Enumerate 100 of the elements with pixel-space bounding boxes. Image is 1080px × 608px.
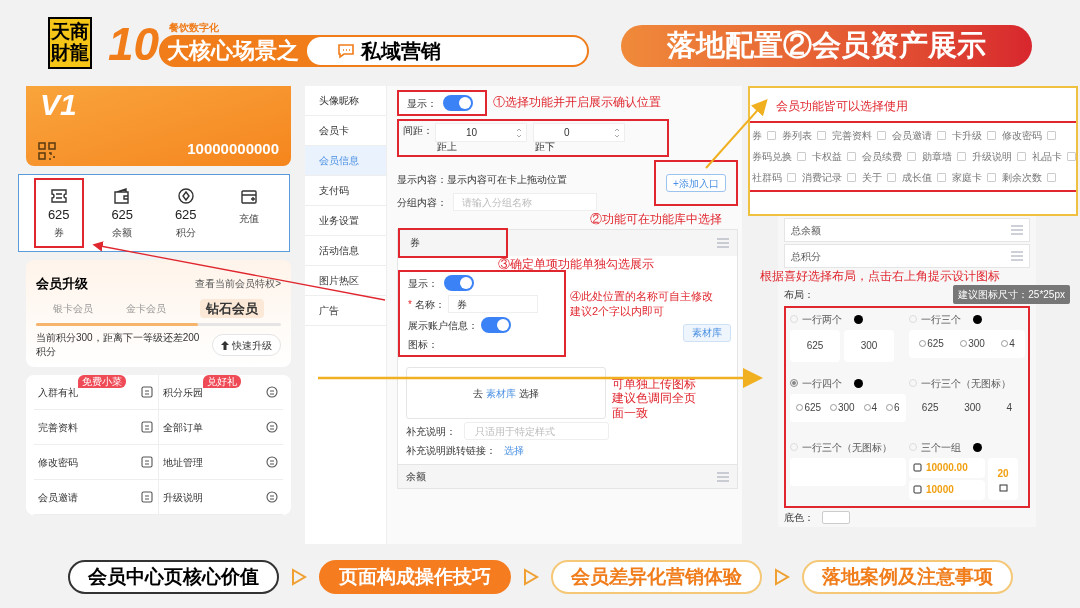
series-number: 10 xyxy=(107,20,160,67)
toggle-switch[interactable] xyxy=(443,95,473,111)
asset-entry[interactable]: 充值 xyxy=(224,178,275,248)
material-library-link[interactable]: 素材库 xyxy=(486,385,516,401)
feature-option[interactable]: 会员续费 xyxy=(862,149,902,165)
feature-option[interactable]: 社群码 xyxy=(752,170,782,186)
toggle-switch[interactable] xyxy=(444,275,474,291)
checkbox[interactable] xyxy=(937,131,946,141)
menu-item[interactable]: 会员邀请 xyxy=(34,480,159,515)
name-field[interactable]: 券 xyxy=(447,295,538,313)
checkbox[interactable] xyxy=(887,173,896,183)
feature-option[interactable]: 券 xyxy=(752,128,762,144)
layout-option-label[interactable]: 一行三个 xyxy=(921,311,961,327)
coin-icon xyxy=(1001,340,1009,347)
checkbox[interactable] xyxy=(1017,152,1026,162)
menu-item[interactable]: 积分乐园 兑好礼 xyxy=(158,375,283,410)
layout-option-label[interactable]: 一行三个（无图标） xyxy=(921,375,1011,391)
chat-bubble-icon xyxy=(337,42,356,59)
asset-entry[interactable]: 625 余额 xyxy=(97,178,148,248)
member-level: 钻石会员 xyxy=(200,298,265,318)
number-input[interactable]: 10 xyxy=(435,123,527,142)
list-row[interactable]: 总余额 xyxy=(784,218,1030,242)
spacing-caption: 距上 xyxy=(437,142,457,152)
feature-option[interactable]: 消费记录 xyxy=(802,170,842,186)
checkbox[interactable] xyxy=(877,131,886,141)
checkbox[interactable] xyxy=(937,173,946,183)
stepper-icon[interactable] xyxy=(614,126,620,139)
feature-option[interactable]: 卡升级 xyxy=(952,128,982,144)
drag-handle-icon[interactable] xyxy=(1011,225,1023,235)
checkbox[interactable] xyxy=(787,173,796,183)
annotation: ④此处位置的名称可自主修改 xyxy=(570,290,714,304)
stepper-icon[interactable] xyxy=(516,126,522,139)
drag-handle-icon[interactable] xyxy=(717,237,729,248)
preview-value: 625 xyxy=(921,401,939,415)
menu-item[interactable]: 升级说明 xyxy=(158,480,283,515)
layout-option-label[interactable]: 一行两个 xyxy=(802,311,842,327)
feature-option[interactable]: 升级说明 xyxy=(972,149,1012,165)
select-link[interactable]: 选择 xyxy=(504,443,524,459)
preview-value: 300 xyxy=(968,337,985,351)
feature-option[interactable]: 会员邀请 xyxy=(892,128,932,144)
checkbox[interactable] xyxy=(817,131,826,141)
annotation: 会员功能皆可以选择使用 xyxy=(775,99,909,114)
promo-badge: 兑好礼 xyxy=(202,375,241,388)
spacing-caption: 距下 xyxy=(535,142,555,152)
asset-entry[interactable]: 625 券 xyxy=(33,178,84,248)
menu-item[interactable]: 地址管理 xyxy=(158,445,283,480)
step-pill[interactable]: 会员中心页核心价值 xyxy=(67,560,279,594)
checkbox[interactable] xyxy=(957,152,966,162)
spacing-setting: 间距： 10 距上 0 距下 xyxy=(397,119,669,157)
topic-title: 私域营销 xyxy=(361,38,442,64)
checkbox[interactable] xyxy=(1047,131,1056,141)
menu-item[interactable]: 完善资料 xyxy=(34,410,159,445)
checkbox[interactable] xyxy=(847,152,856,162)
color-swatch[interactable] xyxy=(822,510,850,524)
number-input[interactable]: 0 xyxy=(533,123,625,142)
list-row[interactable]: 总积分 xyxy=(784,244,1030,268)
feature-option[interactable]: 家庭卡 xyxy=(952,170,982,186)
info-icon[interactable] xyxy=(854,314,863,324)
feature-option[interactable]: 修改密码 xyxy=(1002,128,1042,144)
feature-option[interactable]: 勋章墙 xyxy=(922,149,952,165)
info-icon[interactable] xyxy=(973,442,982,452)
feature-option[interactable]: 成长值 xyxy=(902,170,932,186)
coin-icon xyxy=(796,404,804,411)
layout-option-label[interactable]: 三个一组 xyxy=(921,439,961,455)
preview-value: 300 xyxy=(838,401,855,415)
checkbox[interactable] xyxy=(767,131,776,141)
info-icon[interactable] xyxy=(854,378,863,388)
checkbox[interactable] xyxy=(1047,173,1056,183)
menu-item[interactable]: 修改密码 xyxy=(34,445,159,480)
add-entry-button[interactable]: +添加入口 xyxy=(666,174,726,192)
annotation: 可单独上传图标 xyxy=(612,377,696,392)
card-number: 10000000000 xyxy=(187,138,279,159)
checkbox[interactable] xyxy=(1067,152,1076,162)
layout-option-label[interactable]: 一行三个（无图标） xyxy=(802,439,892,455)
member-privileges-link[interactable]: 查看当前会员特权> xyxy=(195,276,281,292)
layout-option-label[interactable]: 一行四个 xyxy=(802,375,842,391)
checkbox[interactable] xyxy=(987,131,996,141)
feature-option[interactable]: 券码兑换 xyxy=(752,149,792,165)
feature-option[interactable]: 关于 xyxy=(862,170,882,186)
quick-upgrade-button[interactable]: 快速升级 xyxy=(212,334,281,356)
annotation: 建议色调同全页 xyxy=(612,391,696,406)
preview-value: 10000.00 xyxy=(926,461,968,475)
radio-button[interactable] xyxy=(790,379,798,387)
drag-handle-icon[interactable] xyxy=(717,471,729,482)
feature-option[interactable]: 剩余次数 xyxy=(1002,170,1042,186)
info-icon[interactable] xyxy=(973,314,982,324)
checkbox[interactable] xyxy=(987,173,996,183)
icon-upload-area[interactable]: 去 素材库 选择 xyxy=(406,367,606,419)
feature-option[interactable]: 礼品卡 xyxy=(1032,149,1062,165)
toggle-switch[interactable] xyxy=(481,317,511,333)
feature-option[interactable]: 完善资料 xyxy=(832,128,872,144)
checkbox[interactable] xyxy=(847,173,856,183)
checkbox[interactable] xyxy=(797,152,806,162)
checkbox[interactable] xyxy=(907,152,916,162)
menu-item[interactable]: 入群有礼 免费小菜 xyxy=(34,375,159,410)
feature-option[interactable]: 卡权益 xyxy=(812,149,842,165)
menu-item[interactable]: 全部订单 xyxy=(158,410,283,445)
drag-handle-icon[interactable] xyxy=(1011,251,1023,261)
feature-option[interactable]: 券列表 xyxy=(782,128,812,144)
asset-entry[interactable]: 625 积分 xyxy=(160,178,211,248)
